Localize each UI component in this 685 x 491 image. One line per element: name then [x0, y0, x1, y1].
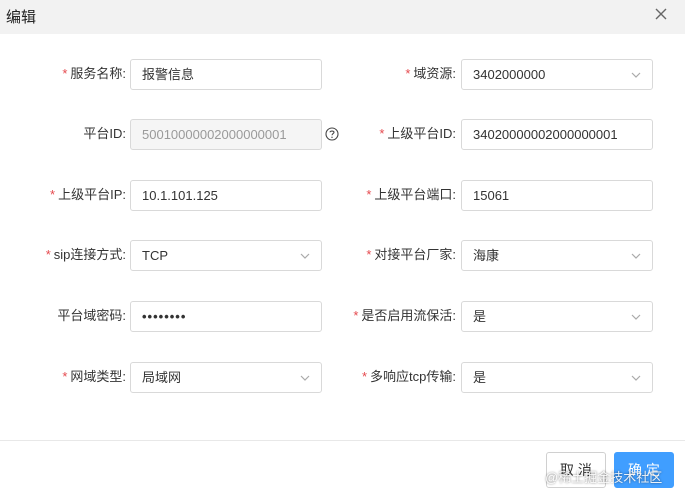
chevron-down-icon: [631, 253, 641, 259]
multi-response-tcp-select[interactable]: 是: [461, 362, 653, 393]
dialog-title: 编辑: [6, 9, 37, 26]
upper-platform-port-input[interactable]: 15061: [461, 180, 653, 211]
upper-platform-ip-label: * 上级平台IP:: [50, 187, 126, 202]
chevron-down-icon: [300, 375, 310, 381]
platform-id-input: 50010000002000000001: [130, 119, 322, 150]
vendor-select[interactable]: 海康: [461, 240, 653, 271]
upper-platform-id-input[interactable]: 34020000002000000001: [461, 119, 653, 150]
required-mark: *: [366, 187, 372, 202]
required-mark: *: [50, 187, 56, 202]
watermark: @稀土掘金技术社区: [545, 470, 663, 485]
enable-keepalive-label: * 是否启用流保活:: [353, 308, 456, 323]
upper-platform-port-label: * 上级平台端口:: [366, 187, 456, 202]
network-type-label: * 网域类型:: [62, 369, 126, 384]
upper-platform-id-label: * 上级平台ID:: [379, 126, 456, 141]
chevron-down-icon: [631, 72, 641, 78]
chevron-down-icon: [300, 253, 310, 259]
question-circle-icon[interactable]: [325, 127, 339, 141]
network-type-select[interactable]: 局域网: [130, 362, 322, 393]
service-name-input[interactable]: 报警信息: [130, 59, 322, 90]
required-mark: *: [366, 247, 372, 262]
required-mark: *: [361, 369, 368, 384]
close-icon[interactable]: [652, 5, 670, 23]
enable-keepalive-select[interactable]: 是: [461, 301, 653, 332]
service-name-label: * 服务名称:: [62, 66, 126, 81]
dialog-header: 编辑: [0, 0, 685, 34]
edit-dialog: 编辑 * 服务名称: 报警信息 * 域资源: 3402000000 平台ID: 50…: [0, 0, 685, 491]
chevron-down-icon: [631, 314, 641, 320]
chevron-down-icon: [631, 375, 641, 381]
upper-platform-ip-input[interactable]: 10.1.101.125: [130, 180, 322, 211]
required-mark: *: [379, 126, 385, 141]
footer-divider: [0, 440, 685, 441]
sip-method-select[interactable]: TCP: [130, 240, 322, 271]
vendor-label: * 对接平台厂家:: [366, 247, 456, 262]
domain-resource-label: * 域资源:: [405, 66, 456, 81]
sip-method-label: * sip连接方式:: [45, 247, 126, 262]
required-mark: *: [405, 66, 411, 81]
multi-response-tcp-label: * 多响应tcp传输:: [361, 369, 456, 384]
domain-password-input[interactable]: ••••••••: [130, 301, 322, 332]
domain-resource-select[interactable]: 3402000000: [461, 59, 653, 90]
platform-id-label: 平台ID:: [83, 126, 126, 141]
required-mark: *: [62, 66, 68, 81]
domain-password-label: 平台域密码:: [57, 308, 126, 323]
required-mark: *: [353, 308, 359, 323]
required-mark: *: [45, 247, 51, 262]
required-mark: *: [62, 369, 68, 384]
